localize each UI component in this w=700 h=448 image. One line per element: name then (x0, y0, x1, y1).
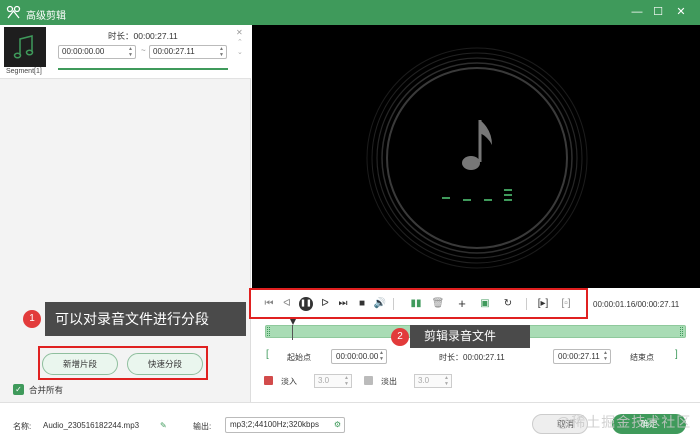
annotation-badge-1: 1 (23, 310, 41, 328)
stepper-icon[interactable]: ▲ ▼ (219, 46, 224, 58)
player-timecode: 00:00:01.16/00:00:27.11 (593, 300, 680, 309)
stepper-icon[interactable]: ▲ ▼ (344, 375, 349, 387)
file-name: Audio_230516182244.mp3 (43, 421, 140, 430)
segment-delete-icon[interactable]: ✕ (236, 28, 243, 37)
stepper-icon[interactable]: ▲ ▼ (444, 375, 449, 387)
stop-icon[interactable]: ■ (355, 297, 369, 311)
merge-all-label: 合并所有 (29, 385, 64, 395)
settings-gear-icon[interactable]: ⚙ (334, 418, 341, 432)
fade-out-label: 淡出 (381, 377, 397, 386)
pause-button-icon[interactable]: ❚❚ (299, 297, 313, 311)
maximize-button[interactable]: ☐ (649, 4, 667, 20)
segment-label: Segment[1] (6, 68, 42, 75)
app-logo-icon (6, 5, 21, 19)
skip-end-icon[interactable]: ⏭ (336, 297, 350, 311)
segment-move-up-icon[interactable]: ⌃ (237, 38, 243, 46)
add-icon[interactable]: + (455, 297, 469, 311)
set-end-icon[interactable]: [▫] (559, 297, 573, 311)
segment-progress-bar (58, 68, 228, 70)
split-icon[interactable]: ▮▮ (409, 297, 423, 311)
merge-all-checkbox[interactable]: ✓ (13, 384, 24, 395)
output-format-value: mp3;2;44100Hz;320kbps (230, 420, 319, 429)
output-label: 输出: (193, 422, 212, 431)
audio-visual-icon (366, 47, 588, 269)
segment-end-value: 00:00:27.11 (153, 47, 195, 56)
quick-split-button[interactable]: 快速分段 (127, 353, 203, 375)
segment-end-time-input[interactable]: 00:00:27.11 ▲ ▼ (149, 45, 227, 59)
prev-frame-icon[interactable]: ᐊ (280, 297, 294, 311)
segment-move-down-icon[interactable]: ⌄ (237, 48, 243, 56)
fade-in-input[interactable]: 3.0 ▲ ▼ (314, 374, 352, 388)
window-title: 高级剪辑 (26, 11, 66, 22)
toolbar-divider (526, 298, 527, 310)
segment-duration: 时长：00:00:27.11 (108, 31, 178, 41)
minimize-button[interactable]: — (628, 4, 646, 20)
music-note-icon (13, 35, 34, 59)
fade-in-checkbox[interactable] (264, 376, 273, 385)
start-time-value: 00:00:00.00 (336, 352, 379, 361)
segment-thumbnail (4, 27, 46, 67)
toolbar-divider (393, 298, 394, 310)
annotation-callout-split: 可以对录音文件进行分段 (45, 302, 246, 336)
end-bracket-icon: ] (675, 349, 678, 360)
timeline-end-handle[interactable] (680, 327, 683, 336)
fade-out-checkbox[interactable] (364, 376, 373, 385)
delete-icon[interactable]: 🗑 (431, 297, 445, 311)
set-start-icon[interactable]: [▸] (536, 297, 550, 311)
fade-out-value: 3.0 (418, 376, 430, 385)
playhead-line (292, 325, 293, 340)
title-bar: 高级剪辑 — ☐ ✕ (0, 0, 700, 25)
trim-duration: 时长：00:00:27.11 (439, 353, 505, 362)
stepper-icon[interactable]: ▲ ▼ (379, 350, 384, 362)
end-time-input[interactable]: 00:00:27.11 ▲ ▼ (553, 349, 611, 364)
segment-card[interactable]: Segment[1] 时长：00:00:27.11 ✕ ⌃ ⌄ 00:00:00… (0, 25, 251, 79)
start-point-button[interactable]: 起始点 (287, 352, 311, 363)
edit-name-icon[interactable]: ✎ (160, 421, 167, 430)
watermark: @稀土掘金技术社区 (556, 414, 692, 430)
reset-icon[interactable]: ↻ (501, 297, 515, 311)
end-point-button[interactable]: 结束点 (630, 352, 654, 363)
skip-start-icon[interactable]: ⏮ (262, 297, 276, 311)
next-frame-icon[interactable]: ᐅ (318, 297, 332, 311)
end-time-value: 00:00:27.11 (558, 352, 600, 361)
name-label: 名称: (13, 422, 32, 431)
callout-split-text: 可以对录音文件进行分段 (55, 311, 209, 327)
add-segment-button[interactable]: 新增片段 (42, 353, 118, 375)
start-bracket-icon: [ (266, 349, 269, 360)
annotation-badge-2: 2 (391, 328, 409, 346)
segment-start-value: 00:00:00.00 (62, 47, 105, 56)
copy-icon[interactable]: ▣ (478, 297, 492, 311)
annotation-callout-edit: 剪辑录音文件 (410, 325, 530, 348)
output-format-field[interactable]: mp3;2;44100Hz;320kbps ⚙ (225, 417, 345, 433)
segment-start-time-input[interactable]: 00:00:00.00 ▲ ▼ (58, 45, 136, 59)
callout-edit-text: 剪辑录音文件 (424, 329, 497, 343)
timeline-start-handle[interactable] (267, 327, 270, 336)
fade-in-label: 淡入 (281, 377, 297, 386)
stepper-icon[interactable]: ▲ ▼ (128, 46, 133, 58)
playhead-marker-icon[interactable] (290, 319, 296, 325)
volume-icon[interactable]: 🔊 (373, 297, 387, 311)
start-time-input[interactable]: 00:00:00.00 ▲ ▼ (331, 349, 387, 364)
stepper-icon[interactable]: ▲ ▼ (603, 350, 608, 362)
fade-in-value: 3.0 (318, 376, 330, 385)
audio-preview (252, 25, 700, 288)
close-button[interactable]: ✕ (672, 4, 690, 20)
range-separator: ~ (141, 46, 146, 55)
fade-out-input[interactable]: 3.0 ▲ ▼ (414, 374, 452, 388)
